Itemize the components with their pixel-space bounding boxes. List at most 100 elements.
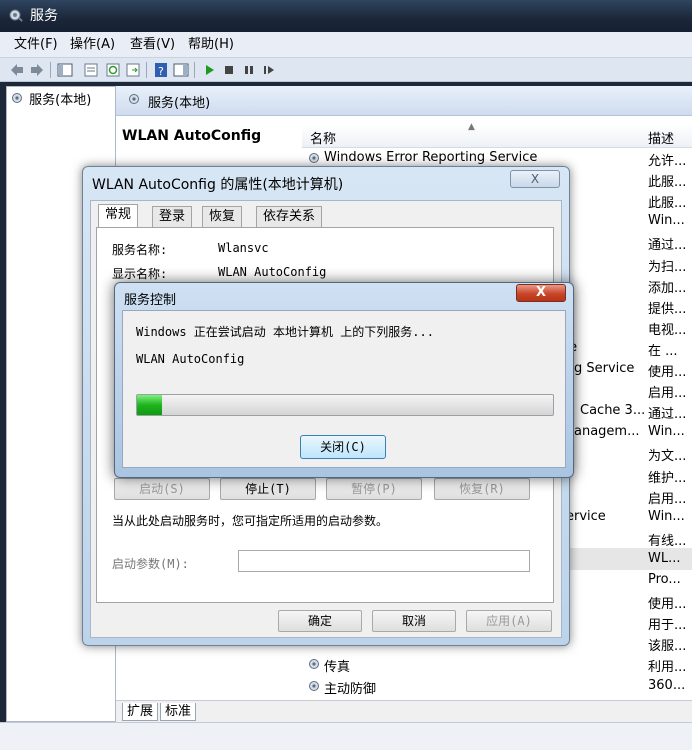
- back-icon[interactable]: [8, 61, 26, 79]
- service-row-description: 通过...: [648, 407, 687, 422]
- tab-standard[interactable]: 标准: [160, 703, 197, 721]
- service-row-description: 有线...: [648, 534, 687, 549]
- properties-icon[interactable]: [82, 61, 100, 79]
- service-row-name[interactable]: 主动防御: [324, 678, 376, 697]
- service-row-description: 为文...: [648, 449, 687, 464]
- sort-arrow-icon: ▲: [468, 122, 475, 132]
- services-gear-icon: [9, 9, 23, 22]
- progress-bar: [136, 394, 554, 416]
- properties-dialog-title: WLAN AutoConfig 的属性(本地计算机): [92, 177, 344, 193]
- stop-service-icon[interactable]: [220, 61, 238, 79]
- restart-service-icon[interactable]: [260, 61, 278, 79]
- service-row-description: 使用...: [648, 597, 687, 612]
- tab-dependencies[interactable]: 依存关系: [256, 206, 323, 228]
- service-gear-icon: [309, 681, 319, 691]
- service-row-name[interactable]: ervice: [566, 509, 606, 524]
- menu-help[interactable]: 帮助(H): [188, 32, 234, 58]
- forward-icon[interactable]: [28, 61, 46, 79]
- window-titlebar: 服务: [0, 0, 692, 32]
- service-row-description: 此服...: [648, 196, 687, 211]
- menu-view[interactable]: 查看(V): [130, 32, 175, 58]
- service-row-description: WL...: [648, 551, 681, 566]
- stop-button[interactable]: 停止(T): [220, 478, 316, 500]
- status-bar: [0, 722, 692, 750]
- close-button[interactable]: 关闭(C): [300, 435, 386, 459]
- start-service-icon[interactable]: [200, 61, 218, 79]
- tab-logon[interactable]: 登录: [152, 206, 193, 228]
- tab-general[interactable]: 常规: [98, 204, 139, 228]
- service-row-name[interactable]: 传真: [324, 656, 350, 675]
- display-name-label: 显示名称:: [112, 267, 168, 281]
- service-control-title: 服务控制: [124, 293, 177, 308]
- panel-title: 服务(本地): [148, 96, 211, 111]
- tab-extended[interactable]: 扩展: [122, 703, 159, 721]
- cancel-button[interactable]: 取消: [372, 610, 456, 632]
- tree-item-label: 服务(本地): [29, 93, 92, 108]
- start-button[interactable]: 启动(S): [114, 478, 210, 500]
- services-gear-icon: [129, 94, 139, 104]
- tab-recovery[interactable]: 恢复: [202, 206, 243, 228]
- resume-button[interactable]: 恢复(R): [434, 478, 530, 500]
- help-icon[interactable]: ?: [152, 61, 170, 79]
- service-gear-icon: [309, 659, 319, 669]
- list-column-header: 名称 ▲ 描述: [302, 122, 692, 148]
- properties-close-button[interactable]: X: [510, 170, 560, 188]
- action-pane-icon[interactable]: [172, 61, 190, 79]
- menu-file[interactable]: 文件(F): [14, 32, 58, 58]
- service-control-close-button[interactable]: X: [516, 284, 566, 302]
- toolbar-separator: [194, 62, 195, 78]
- pause-button[interactable]: 暂停(P): [326, 478, 422, 500]
- menu-bar: 文件(F) 操作(A) 查看(V) 帮助(H): [0, 32, 692, 58]
- service-row-description: Win...: [648, 509, 685, 524]
- menu-action[interactable]: 操作(A): [70, 32, 115, 58]
- service-row-description: 为扫...: [648, 260, 687, 275]
- ok-button[interactable]: 确定: [278, 610, 362, 632]
- progress-bar-fill: [137, 395, 162, 415]
- service-name-value: Wlansvc: [218, 241, 269, 255]
- service-row-description: 维护...: [648, 471, 687, 486]
- service-gear-icon: [309, 153, 319, 163]
- toolbar-separator: [146, 62, 147, 78]
- service-row-description: 添加...: [648, 281, 687, 296]
- toolbar: ?: [0, 58, 692, 82]
- service-row-description: 此服...: [648, 175, 687, 190]
- service-row-description: 启用...: [648, 386, 687, 401]
- service-row-name[interactable]: anagem...: [574, 424, 639, 439]
- show-console-tree-icon[interactable]: [56, 61, 74, 79]
- service-row-description: 使用...: [648, 365, 687, 380]
- service-row-description: 360...: [648, 678, 686, 693]
- service-control-message: Windows 正在尝试启动 本地计算机 上的下列服务...: [136, 325, 434, 339]
- toolbar-separator: [50, 62, 51, 78]
- column-name[interactable]: 名称: [310, 128, 336, 147]
- export-list-icon[interactable]: [124, 61, 142, 79]
- service-row-description: 通过...: [648, 238, 687, 253]
- column-description[interactable]: 描述: [648, 128, 674, 147]
- service-row-description: Win...: [648, 424, 685, 439]
- service-row-description: 提供...: [648, 302, 687, 317]
- service-row-description: 启用...: [648, 492, 687, 507]
- services-gear-icon: [12, 93, 22, 103]
- service-row-name[interactable]: Windows Error Reporting Service: [324, 150, 537, 165]
- start-params-label: 启动参数(M):: [112, 557, 189, 571]
- window-title: 服务: [30, 8, 58, 24]
- service-row-description: 用于...: [648, 618, 687, 633]
- tree-item-services-local[interactable]: 服务(本地): [11, 89, 91, 108]
- service-row-description: 该服...: [648, 639, 687, 654]
- service-row-description: 利用...: [648, 660, 687, 675]
- service-row-description: Win...: [648, 213, 685, 228]
- service-row-name[interactable]: g Service: [574, 361, 634, 376]
- service-name-label: 服务名称:: [112, 243, 168, 257]
- refresh-icon[interactable]: [104, 61, 122, 79]
- selected-service-title: WLAN AutoConfig: [122, 128, 262, 144]
- pause-service-icon[interactable]: [240, 61, 258, 79]
- service-control-service-name: WLAN AutoConfig: [136, 352, 245, 366]
- service-row-description: 允许...: [648, 154, 687, 169]
- apply-button[interactable]: 应用(A): [466, 610, 552, 632]
- display-name-value: WLAN AutoConfig: [218, 265, 327, 279]
- service-row-name[interactable]: Cache 3...: [580, 403, 645, 418]
- start-params-input[interactable]: [238, 550, 530, 572]
- svg-text:?: ?: [158, 65, 164, 78]
- view-tabs: 扩展 标准: [116, 700, 692, 722]
- service-row-description: Pro...: [648, 572, 681, 587]
- service-row-description: 在 ...: [648, 344, 678, 359]
